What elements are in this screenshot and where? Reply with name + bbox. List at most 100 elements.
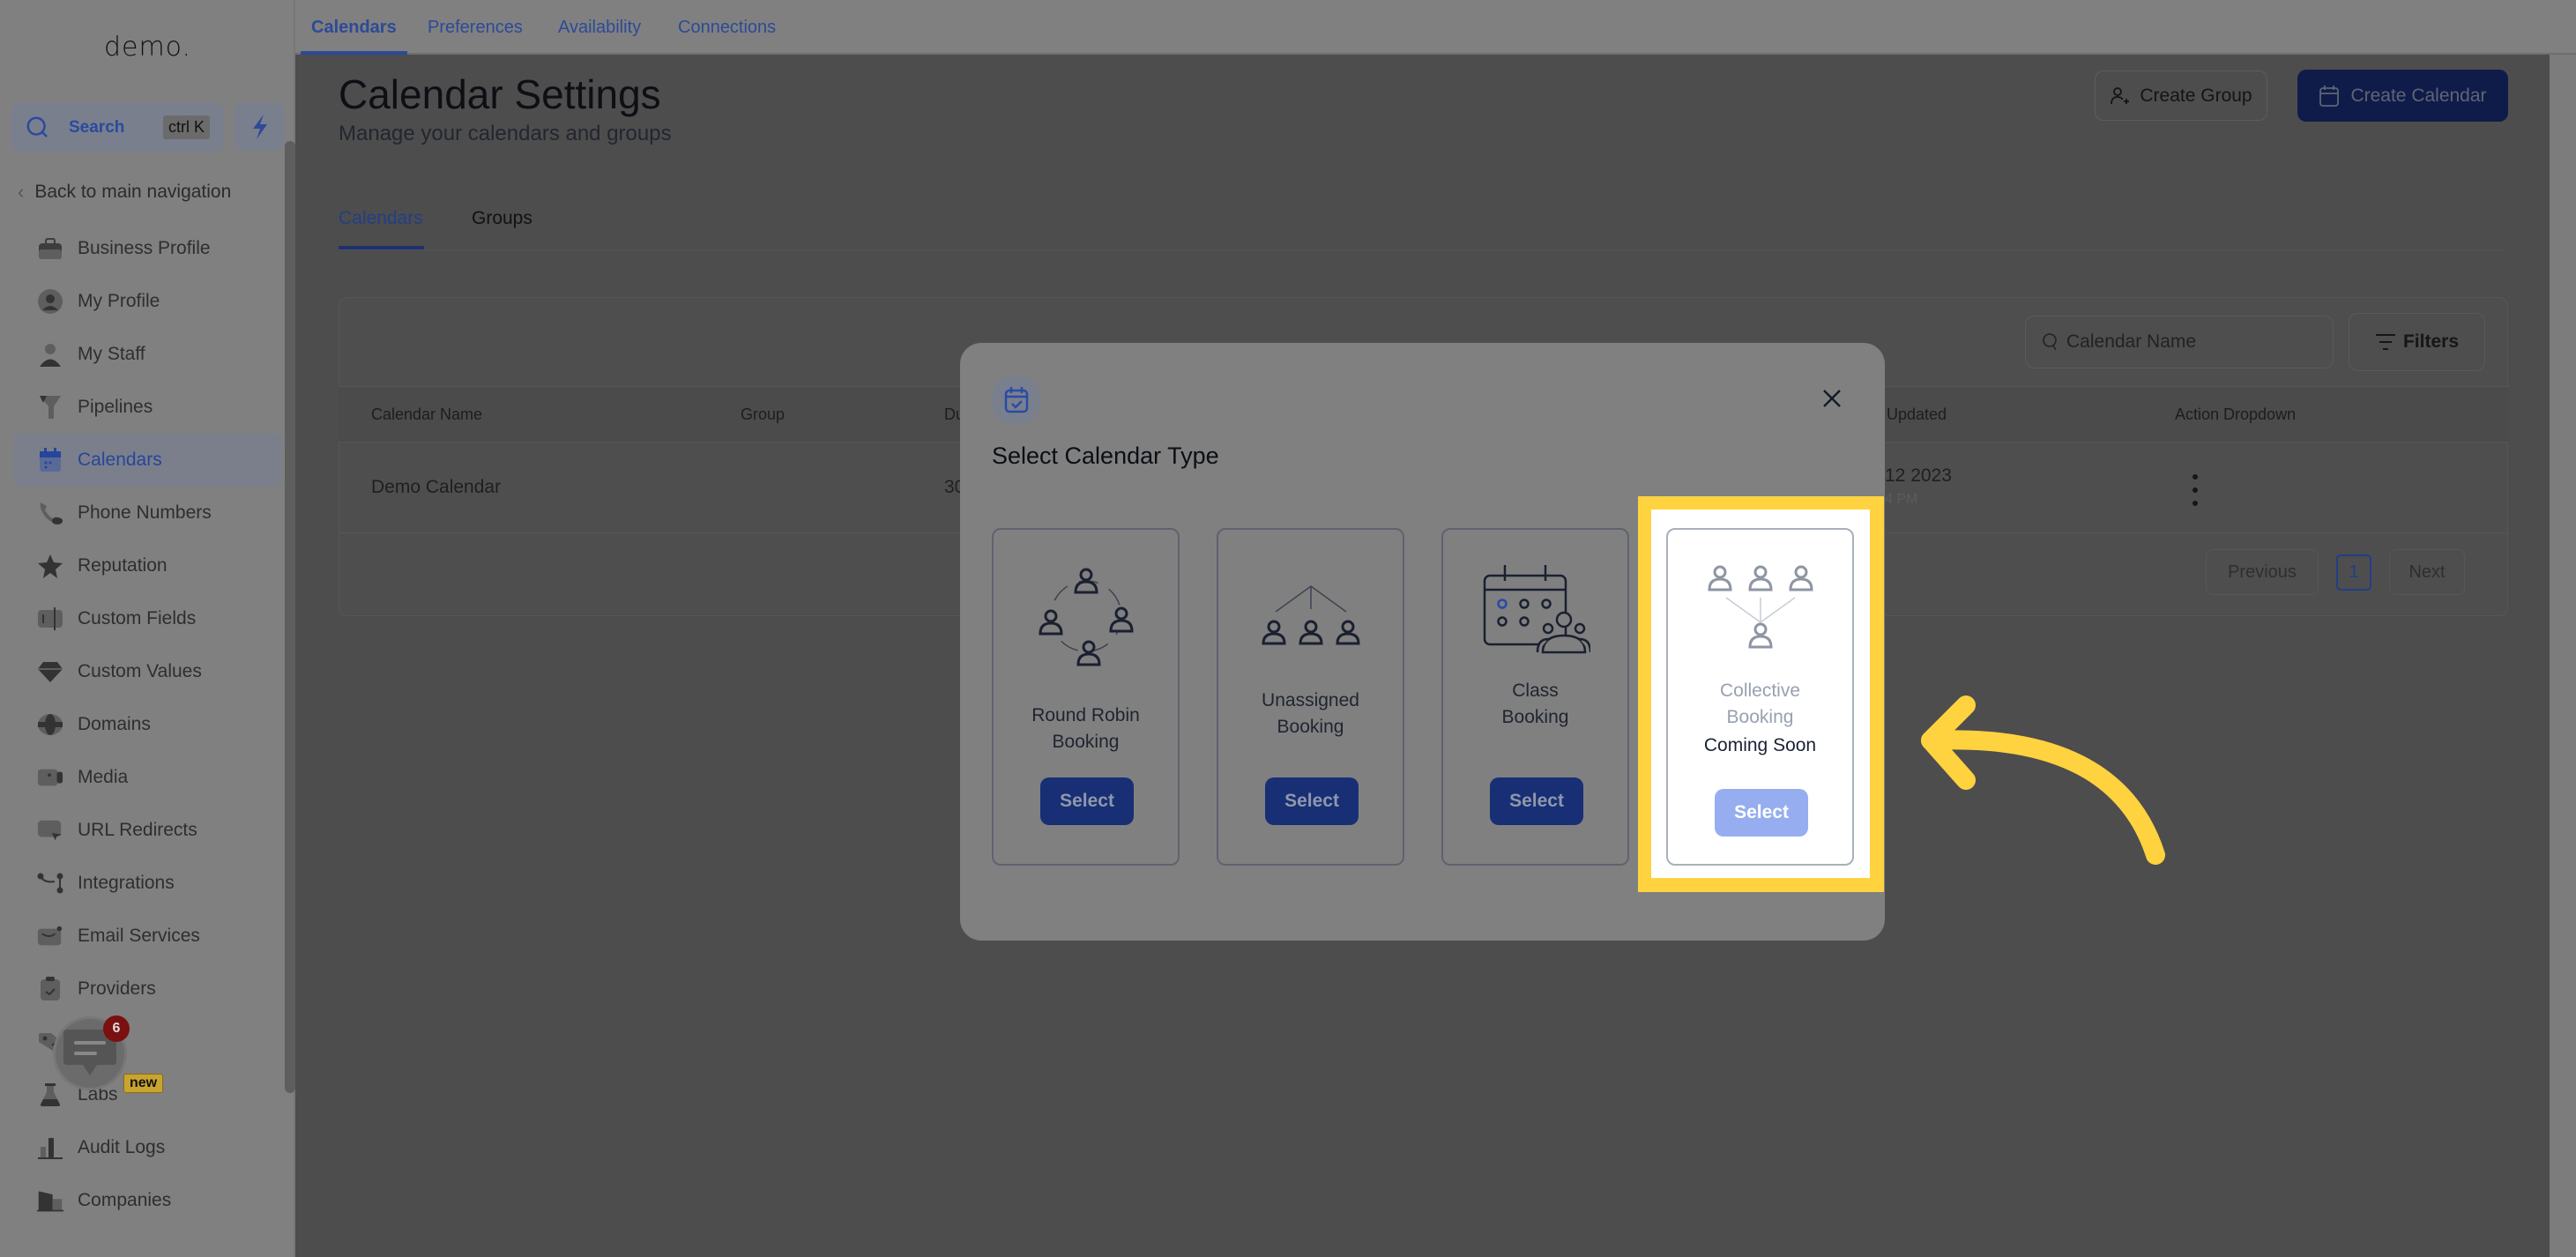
card-label-line1: Unassigned bbox=[1262, 690, 1359, 710]
chat-unread-badge: 6 bbox=[103, 1015, 130, 1042]
filters-label: Filters bbox=[2402, 331, 2460, 352]
logo: demo. bbox=[103, 32, 192, 63]
search-label: Search bbox=[69, 117, 125, 137]
select-unassigned-button[interactable]: Select bbox=[1265, 777, 1359, 825]
tab-calendars[interactable]: Calendars bbox=[301, 0, 407, 55]
quick-actions-button[interactable] bbox=[235, 102, 285, 151]
select-class-button[interactable]: Select bbox=[1490, 777, 1583, 825]
pagination-current-page[interactable]: 1 bbox=[2336, 554, 2371, 591]
page-subtitle: Manage your calendars and groups bbox=[339, 122, 672, 145]
sidebar-item-labs[interactable]: Labs new bbox=[13, 1068, 282, 1121]
sidebar-item-custom-fields[interactable]: Custom Fields bbox=[13, 592, 282, 645]
close-icon[interactable] bbox=[1821, 388, 1843, 409]
flask-icon bbox=[37, 1082, 63, 1108]
row-actions-kebab-icon[interactable] bbox=[2191, 474, 2200, 506]
sidebar-item-label: Custom Fields bbox=[78, 608, 197, 628]
user-icon bbox=[37, 341, 63, 368]
filters-button[interactable]: Filters bbox=[2349, 313, 2485, 371]
sidebar-item-media[interactable]: Media bbox=[13, 751, 282, 804]
funnel-icon bbox=[37, 394, 63, 420]
page-scrollbar-track[interactable] bbox=[2550, 55, 2576, 1257]
column-header-updated[interactable]: Updated bbox=[1887, 405, 1947, 424]
sidebar-item-label: My Profile bbox=[78, 291, 160, 311]
subtab-groups[interactable]: Groups bbox=[472, 208, 532, 229]
sidebar-item-custom-values[interactable]: Custom Values bbox=[13, 645, 282, 698]
sidebar-scrollbar[interactable] bbox=[285, 141, 295, 1093]
calendar-name-search-input[interactable]: Calendar Name bbox=[2025, 316, 2334, 368]
sidebar-item-phone-numbers[interactable]: Phone Numbers bbox=[13, 487, 282, 539]
sidebar-item-label: Phone Numbers bbox=[78, 502, 212, 523]
page-title: Calendar Settings bbox=[339, 71, 661, 117]
user-circle-icon bbox=[37, 288, 63, 315]
sidebar-item-companies[interactable]: Companies bbox=[13, 1174, 282, 1227]
collective-booking-icon bbox=[1707, 565, 1813, 649]
sidebar-item-label: Email Services bbox=[78, 926, 200, 946]
table-cell-calendar-name[interactable]: Demo Calendar bbox=[371, 477, 501, 498]
modal-header-icon bbox=[991, 375, 1041, 425]
calendar-type-card-unassigned[interactable]: Unassigned Booking Select bbox=[1217, 528, 1404, 866]
column-header-action-dropdown: Action Dropdown bbox=[2175, 405, 2297, 423]
calendar-type-card-class[interactable]: Class Booking Select bbox=[1441, 528, 1629, 866]
sidebar-item-reputation[interactable]: Reputation bbox=[13, 539, 282, 592]
class-booking-icon bbox=[1483, 565, 1590, 654]
integrations-icon bbox=[37, 870, 63, 896]
sidebar-item-url-redirects[interactable]: URL Redirects bbox=[13, 804, 282, 857]
pagination-previous-button[interactable]: Previous bbox=[2206, 549, 2319, 595]
sidebar-item-label: Reputation bbox=[78, 555, 168, 576]
pagination-next-button[interactable]: Next bbox=[2389, 549, 2465, 595]
back-to-main-navigation-link[interactable]: ‹ Back to main navigation bbox=[18, 179, 231, 205]
sidebar-item-label: URL Redirects bbox=[78, 820, 197, 840]
card-label-line1: Collective bbox=[1719, 681, 1801, 701]
sidebar-item-audit-logs[interactable]: Audit Logs bbox=[13, 1121, 282, 1174]
sidebar-item-my-staff[interactable]: My Staff bbox=[13, 328, 282, 381]
calendar-type-card-collective[interactable]: Collective Booking Coming Soon Select bbox=[1666, 528, 1854, 866]
sidebar-item-integrations[interactable]: Integrations bbox=[13, 857, 282, 910]
sidebar-item-providers[interactable]: Providers bbox=[13, 963, 282, 1015]
sidebar-item-label: Calendars bbox=[78, 450, 162, 470]
coming-soon-label: Coming Soon bbox=[1703, 735, 1817, 755]
create-calendar-button[interactable]: Create Calendar bbox=[2297, 70, 2508, 122]
create-group-button[interactable]: Create Group bbox=[2095, 71, 2267, 121]
card-label-line2: Booking bbox=[1277, 717, 1344, 737]
sidebar-item-label: Custom Values bbox=[78, 661, 202, 681]
sidebar-nav: Business Profile My Profile My Staff Pip… bbox=[13, 222, 282, 1227]
lightning-icon bbox=[252, 114, 267, 139]
column-header-group[interactable]: Group bbox=[741, 405, 785, 424]
video-icon bbox=[37, 764, 63, 791]
sidebar-item-label: Domains bbox=[78, 714, 151, 734]
briefcase-icon bbox=[37, 235, 63, 262]
sidebar-item-label: My Staff bbox=[78, 344, 145, 364]
table-cell-updated-date: 12 2023 bbox=[1885, 465, 1952, 486]
sidebar-item-domains[interactable]: Domains bbox=[13, 698, 282, 751]
search-button[interactable]: Search ctrl K bbox=[11, 102, 224, 152]
tab-preferences[interactable]: Preferences bbox=[428, 0, 523, 55]
tab-availability[interactable]: Availability bbox=[558, 0, 641, 55]
sidebar-item-email-services[interactable]: Email Services bbox=[13, 910, 282, 963]
select-round-robin-button[interactable]: Select bbox=[1040, 777, 1134, 825]
star-icon bbox=[37, 553, 63, 579]
calendar-check-icon bbox=[1004, 386, 1028, 413]
card-label-line2: Booking bbox=[1726, 707, 1794, 727]
sidebar-item-label: Providers bbox=[78, 978, 156, 999]
chevron-left-icon: ‹ bbox=[18, 181, 25, 203]
sidebar-item-label: Integrations bbox=[78, 873, 175, 893]
create-group-label: Create Group bbox=[2140, 85, 2252, 106]
modal-title: Select Calendar Type bbox=[992, 443, 1219, 469]
search-icon bbox=[26, 116, 48, 138]
sidebar-item-my-profile[interactable]: My Profile bbox=[13, 275, 282, 328]
sidebar-item-label: Media bbox=[78, 767, 129, 787]
sidebar-item-pipelines[interactable]: Pipelines bbox=[13, 381, 282, 434]
calendar-icon bbox=[2319, 85, 2340, 107]
search-icon bbox=[2043, 333, 2057, 351]
annotation-arrow-icon bbox=[1921, 695, 2165, 865]
chart-icon bbox=[37, 1134, 63, 1161]
tab-connections[interactable]: Connections bbox=[678, 0, 776, 55]
phone-icon bbox=[37, 500, 63, 526]
card-label-line1: Class bbox=[1512, 681, 1559, 701]
sidebar-item-calendars[interactable]: Calendars bbox=[13, 434, 282, 487]
new-badge: new bbox=[123, 1074, 164, 1093]
sidebar-item-business-profile[interactable]: Business Profile bbox=[13, 222, 282, 275]
column-header-calendar-name[interactable]: Calendar Name bbox=[371, 405, 482, 424]
subtab-calendars[interactable]: Calendars bbox=[339, 208, 423, 229]
calendar-type-card-round-robin[interactable]: Round Robin Booking Select bbox=[992, 528, 1180, 866]
